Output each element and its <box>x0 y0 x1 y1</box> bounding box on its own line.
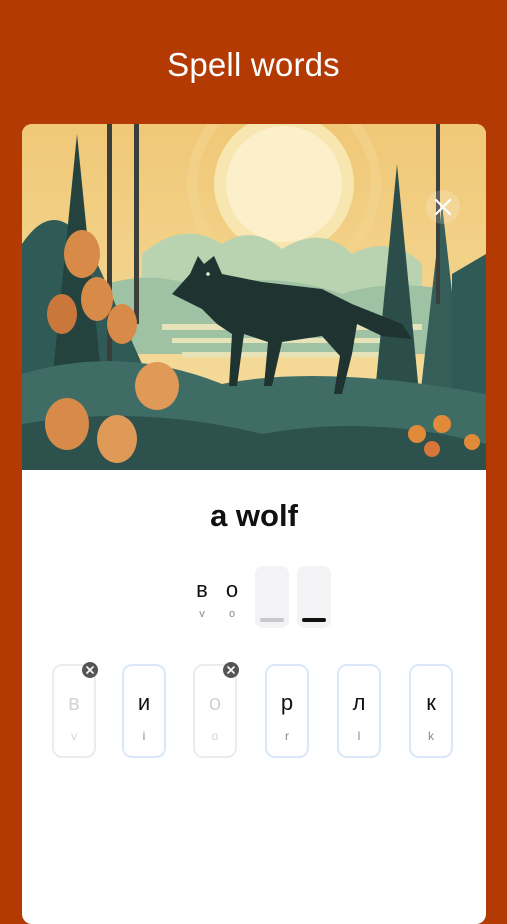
tile-char: л <box>352 690 366 715</box>
letter-tile[interactable]: р r <box>265 664 309 758</box>
tile-char: о <box>208 690 222 715</box>
slot-indicator-active <box>302 618 326 622</box>
tile-char: и <box>137 690 151 715</box>
close-icon <box>434 198 452 216</box>
page-title: Spell words <box>167 46 340 83</box>
tile-latin: o <box>211 729 219 743</box>
close-button[interactable] <box>426 190 460 224</box>
answer-letter-latin: v <box>199 608 205 620</box>
letter-tile[interactable]: и i <box>122 664 166 758</box>
letter-tiles: в v и i о o р r л l к k <box>22 662 486 764</box>
close-icon <box>86 666 94 674</box>
exercise-card: a wolf в v о o в v и i о o р r л l к k <box>22 124 486 924</box>
letter-tile-used[interactable]: о o <box>193 662 239 758</box>
answer-letter-latin: o <box>228 608 236 620</box>
tile-latin: r <box>285 729 289 743</box>
answer-letter[interactable]: о o <box>222 577 242 621</box>
letter-tile[interactable]: к k <box>409 664 453 758</box>
wolf-illustration <box>22 124 486 470</box>
tile-latin: v <box>71 729 77 743</box>
answer-letter-char: о <box>225 577 239 602</box>
answer-area: в v о o <box>22 566 486 632</box>
target-word: a wolf <box>210 498 298 533</box>
close-icon <box>227 666 235 674</box>
empty-letter-slot[interactable] <box>255 566 289 628</box>
slot-indicator <box>260 618 284 622</box>
answer-letter-char: в <box>196 577 208 602</box>
answer-letter[interactable]: в v <box>192 577 212 621</box>
tile-char: р <box>280 690 294 715</box>
letter-tile[interactable]: л l <box>337 664 381 758</box>
tile-char: к <box>426 690 436 715</box>
letter-tile-used[interactable]: в v <box>52 662 98 758</box>
tile-latin: l <box>357 729 361 743</box>
tile-char: в <box>68 690 80 715</box>
tile-latin: i <box>142 729 146 743</box>
remove-letter-button[interactable] <box>223 662 239 678</box>
remove-letter-button[interactable] <box>82 662 98 678</box>
active-letter-slot[interactable] <box>297 566 331 628</box>
tile-latin: k <box>428 729 434 743</box>
